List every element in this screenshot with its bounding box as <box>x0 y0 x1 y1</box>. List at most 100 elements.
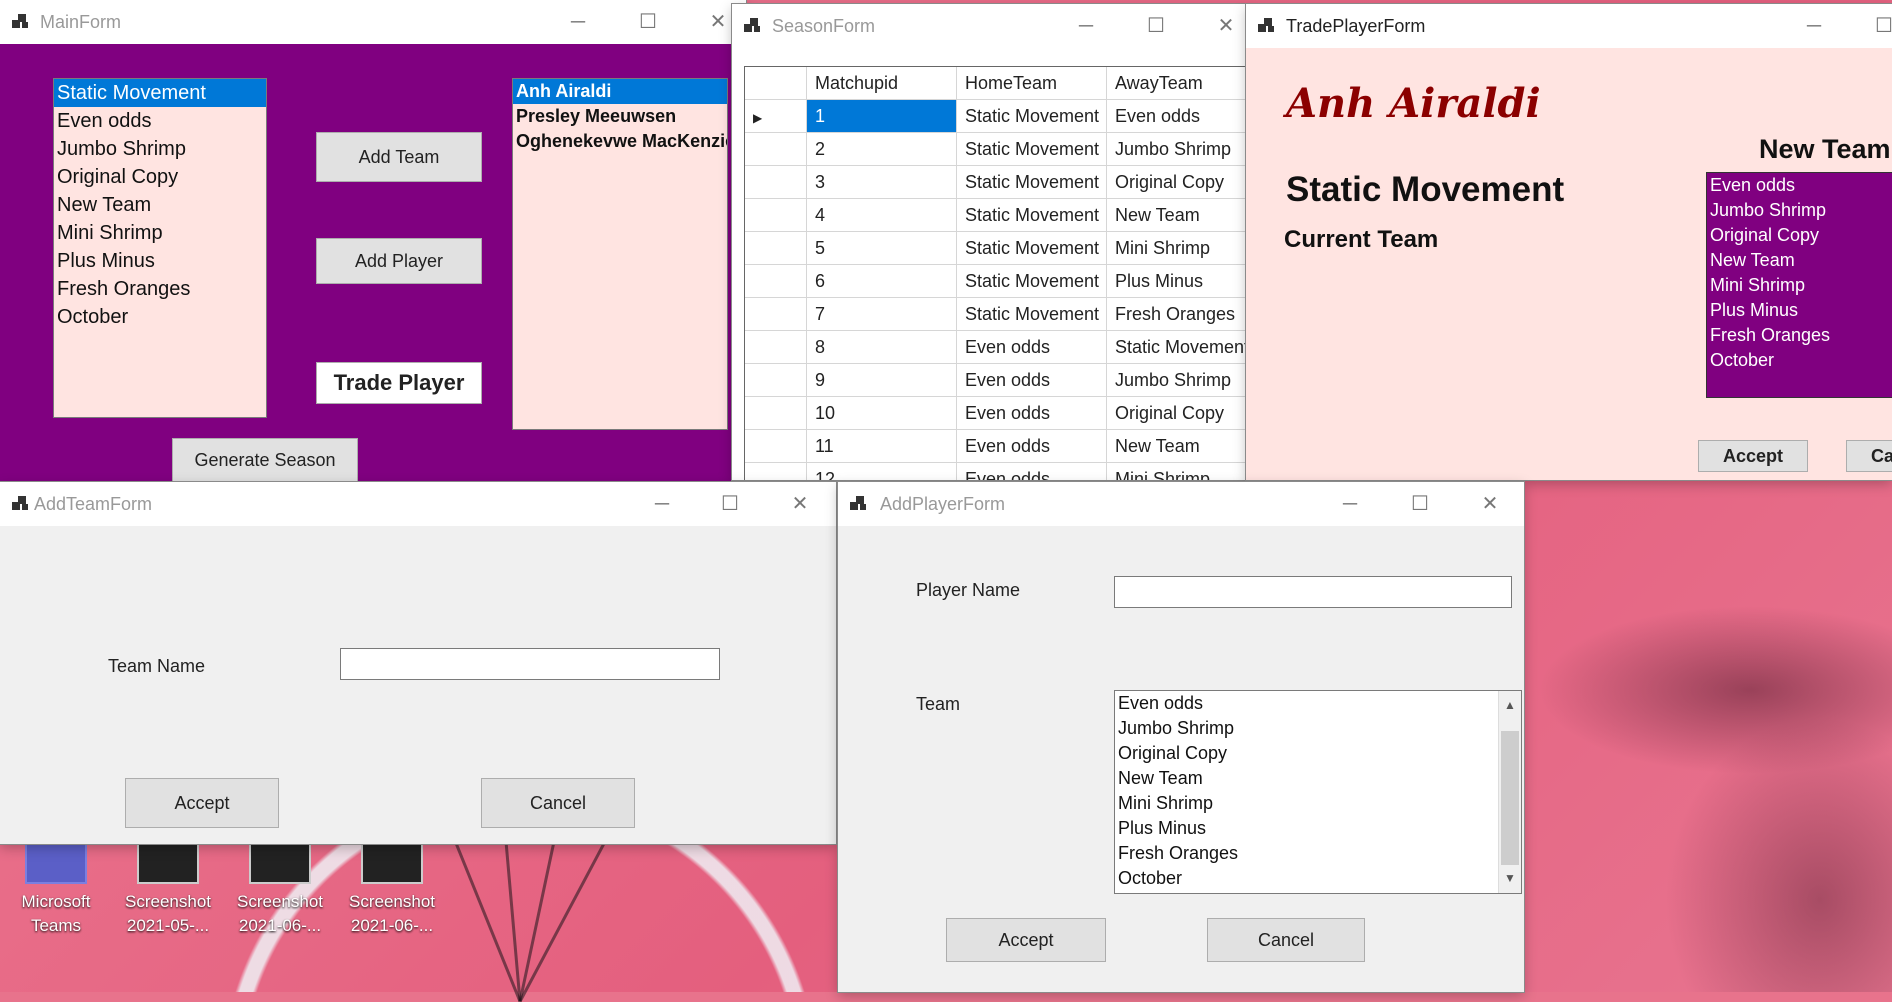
table-cell[interactable]: 8 <box>807 331 957 364</box>
team-listbox[interactable]: Even odds Jumbo Shrimp Original Copy New… <box>1114 690 1522 894</box>
list-item[interactable]: Static Movement <box>54 79 266 107</box>
table-cell[interactable]: 10 <box>807 397 957 430</box>
column-header[interactable]: AwayTeam <box>1107 67 1245 100</box>
close-icon[interactable]: ✕ <box>780 490 820 518</box>
row-header[interactable] <box>745 397 807 430</box>
table-cell[interactable]: 4 <box>807 199 957 232</box>
table-cell[interactable]: Original Copy <box>1107 166 1245 199</box>
table-cell[interactable]: Even odds <box>1107 100 1245 133</box>
row-header[interactable] <box>745 199 807 232</box>
table-cell[interactable]: Even odds <box>957 331 1107 364</box>
row-header[interactable] <box>745 166 807 199</box>
list-item[interactable]: Anh Airaldi <box>513 79 727 104</box>
table-row[interactable]: 10 Even odds Original Copy <box>745 397 1245 430</box>
table-cell[interactable]: New Team <box>1107 430 1245 463</box>
list-item[interactable]: Fresh Oranges <box>1707 323 1892 348</box>
row-header[interactable] <box>745 331 807 364</box>
table-cell[interactable]: Even odds <box>957 430 1107 463</box>
table-cell[interactable]: Mini Shrimp <box>1107 232 1245 265</box>
table-cell[interactable]: Jumbo Shrimp <box>1107 133 1245 166</box>
table-cell[interactable]: 3 <box>807 166 957 199</box>
row-header[interactable] <box>745 265 807 298</box>
list-item[interactable]: Mini Shrimp <box>54 219 266 247</box>
team-name-input[interactable] <box>340 648 720 680</box>
list-item[interactable]: Plus Minus <box>1707 298 1892 323</box>
table-cell[interactable]: 11 <box>807 430 957 463</box>
table-cell[interactable]: Even odds <box>957 364 1107 397</box>
list-item[interactable]: Even odds <box>1707 173 1892 198</box>
scroll-up-icon[interactable]: ▲ <box>1499 693 1521 718</box>
maximize-icon[interactable]: ☐ <box>1136 12 1176 40</box>
list-item[interactable]: Mini Shrimp <box>1707 273 1892 298</box>
table-row[interactable]: 6 Static Movement Plus Minus <box>745 265 1245 298</box>
add-player-button[interactable]: Add Player <box>316 238 482 284</box>
row-header[interactable] <box>745 298 807 331</box>
maximize-icon[interactable]: ☐ <box>1400 490 1440 518</box>
cancel-button[interactable]: Cancel <box>1207 918 1365 962</box>
list-item[interactable]: Jumbo Shrimp <box>54 135 266 163</box>
table-cell[interactable]: Even odds <box>957 397 1107 430</box>
column-header[interactable]: Matchupid <box>807 67 957 100</box>
row-header[interactable] <box>745 430 807 463</box>
table-row[interactable]: 12 Even odds Mini Shrimp <box>745 463 1245 480</box>
row-header[interactable] <box>745 463 807 480</box>
table-cell[interactable]: Plus Minus <box>1107 265 1245 298</box>
table-cell[interactable]: 5 <box>807 232 957 265</box>
table-cell[interactable]: Static Movement <box>957 265 1107 298</box>
cancel-button[interactable]: Cancel <box>481 778 635 828</box>
list-item[interactable]: Fresh Oranges <box>54 275 266 303</box>
list-item[interactable]: Jumbo Shrimp <box>1707 198 1892 223</box>
scroll-down-icon[interactable]: ▼ <box>1499 866 1521 891</box>
maximize-icon[interactable]: ☐ <box>628 8 668 36</box>
row-header[interactable]: ▶ <box>745 100 807 133</box>
table-cell[interactable]: 2 <box>807 133 957 166</box>
table-row[interactable]: 7 Static Movement Fresh Oranges <box>745 298 1245 331</box>
table-row[interactable]: 3 Static Movement Original Copy <box>745 166 1245 199</box>
matchup-grid[interactable]: Matchupid HomeTeam AwayTeam ▶ 1 Static Mov… <box>744 66 1246 480</box>
table-cell[interactable]: 9 <box>807 364 957 397</box>
table-cell[interactable]: New Team <box>1107 199 1245 232</box>
list-item[interactable]: October <box>1707 348 1892 373</box>
accept-button[interactable]: Accept <box>1698 440 1808 472</box>
list-item[interactable]: Jumbo Shrimp <box>1115 716 1521 741</box>
table-cell[interactable]: 1 <box>807 100 957 133</box>
list-item[interactable]: Even odds <box>54 107 266 135</box>
row-header[interactable] <box>745 133 807 166</box>
minimize-icon[interactable]: ─ <box>642 490 682 518</box>
cancel-button[interactable]: Ca <box>1846 440 1892 472</box>
list-item[interactable]: Oghenekevwe MacKenzie <box>513 129 727 154</box>
table-cell[interactable]: Static Movement <box>957 232 1107 265</box>
table-cell[interactable]: 7 <box>807 298 957 331</box>
table-row[interactable]: 11 Even odds New Team <box>745 430 1245 463</box>
list-item[interactable]: Original Copy <box>54 163 266 191</box>
new-team-listbox[interactable]: Even odds Jumbo Shrimp Original Copy New… <box>1706 172 1892 398</box>
desktop-icon-screenshot[interactable]: Screenshot 2021-05-... <box>120 842 216 938</box>
list-item[interactable]: Plus Minus <box>1115 816 1521 841</box>
close-icon[interactable]: ✕ <box>1206 12 1246 40</box>
generate-season-button[interactable]: Generate Season <box>172 438 358 482</box>
minimize-icon[interactable]: ─ <box>1066 12 1106 40</box>
list-item[interactable]: Fresh Oranges <box>1115 841 1521 866</box>
table-cell[interactable]: Static Movement <box>957 199 1107 232</box>
accept-button[interactable]: Accept <box>125 778 279 828</box>
maximize-icon[interactable]: ☐ <box>710 490 750 518</box>
table-cell[interactable]: Static Movement <box>957 298 1107 331</box>
list-item[interactable]: October <box>1115 866 1521 891</box>
row-header[interactable] <box>745 232 807 265</box>
table-cell[interactable]: Mini Shrimp <box>1107 463 1245 480</box>
list-item[interactable]: New Team <box>1115 766 1521 791</box>
scrollbar[interactable]: ▲ ▼ <box>1498 691 1521 893</box>
scrollbar-thumb[interactable] <box>1501 731 1519 865</box>
table-row[interactable]: ▶ 1 Static Movement Even odds <box>745 100 1245 133</box>
table-cell[interactable]: Static Movement <box>957 166 1107 199</box>
list-item[interactable]: Original Copy <box>1115 741 1521 766</box>
list-item[interactable]: New Team <box>54 191 266 219</box>
list-item[interactable]: Original Copy <box>1707 223 1892 248</box>
table-cell[interactable]: Jumbo Shrimp <box>1107 364 1245 397</box>
table-cell[interactable]: 12 <box>807 463 957 480</box>
desktop-icon-teams[interactable]: Microsoft Teams <box>8 842 104 938</box>
table-cell[interactable]: Fresh Oranges <box>1107 298 1245 331</box>
list-item[interactable]: New Team <box>1707 248 1892 273</box>
table-row[interactable]: 8 Even odds Static Movement <box>745 331 1245 364</box>
minimize-icon[interactable]: ─ <box>1330 490 1370 518</box>
